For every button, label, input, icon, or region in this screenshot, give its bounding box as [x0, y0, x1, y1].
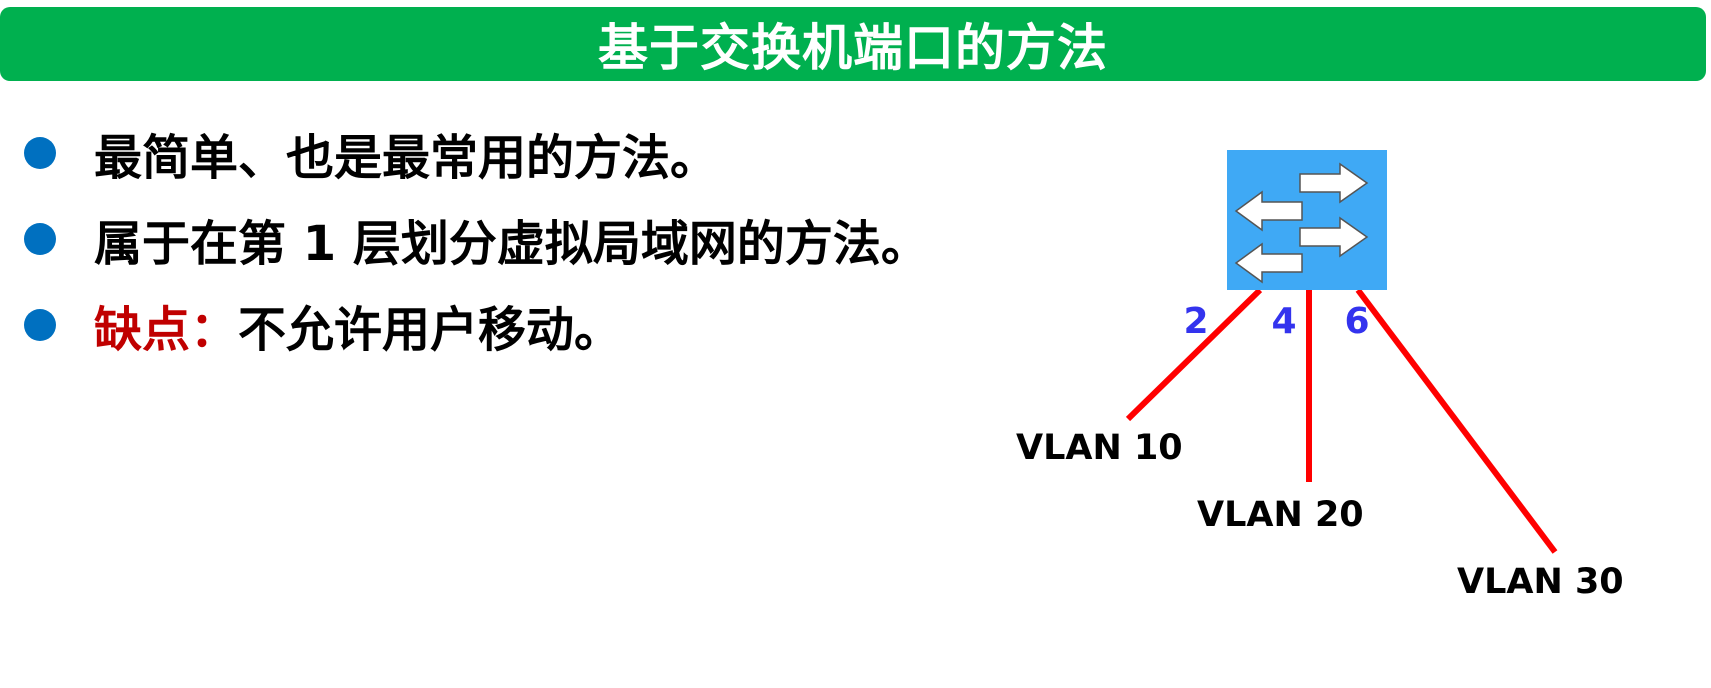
- vlan-label: VLAN 10: [1016, 428, 1183, 468]
- switch-icon: [1227, 150, 1387, 290]
- vlan-label: VLAN 30: [1457, 562, 1624, 602]
- port-label: 6: [1344, 301, 1369, 342]
- vlan-port-diagram: 2 4 6 VLAN 10 VLAN 20 VLAN 30: [1016, 150, 1624, 602]
- port-label: 4: [1271, 301, 1296, 342]
- link-port-6: [1355, 288, 1558, 554]
- port-label: 2: [1183, 301, 1208, 342]
- vlan-label: VLAN 20: [1197, 495, 1364, 535]
